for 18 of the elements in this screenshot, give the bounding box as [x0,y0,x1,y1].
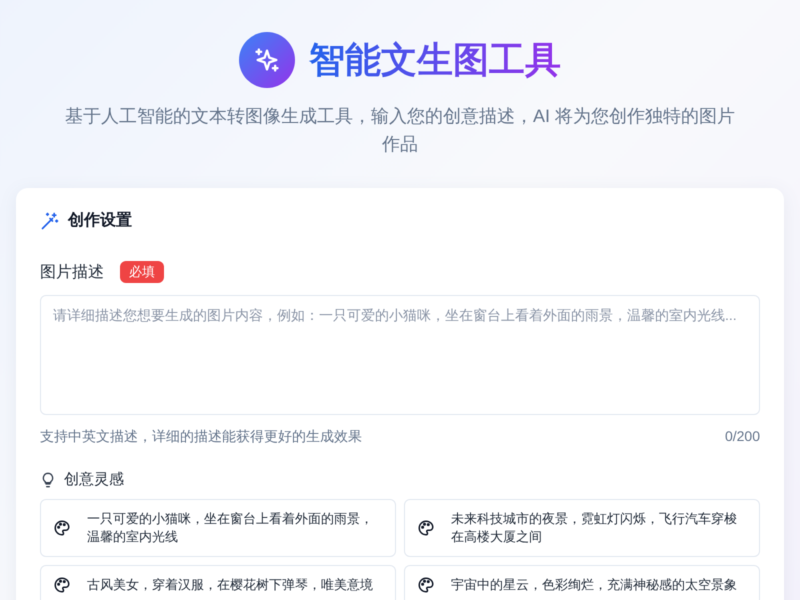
inspiration-item[interactable]: 一只可爱的小猫咪，坐在窗台上看着外面的雨景，温馨的室内光线 [40,499,396,557]
inspiration-title: 创意灵感 [64,470,124,489]
subtitle: 基于人工智能的文本转图像生成工具，输入您的创意描述，AI 将为您创作独特的图片作品 [64,105,736,156]
palette-icon [53,519,71,537]
inspiration-item[interactable]: 宇宙中的星云，色彩绚烂，充满神秘感的太空景象 [404,565,760,600]
char-counter: 0/200 [724,428,760,446]
lightbulb-icon [40,470,56,488]
section-title: 创作设置 [68,210,132,231]
hint-text: 支持中英文描述，详细的描述能获得更好的生成效果 [40,428,362,446]
palette-icon [53,576,71,594]
palette-icon [417,576,435,594]
inspiration-item[interactable]: 未来科技城市的夜景，霓虹灯闪烁，飞行汽车穿梭在高楼大厦之间 [404,499,760,557]
description-field[interactable]: 请详细描述您想要生成的图片内容，例如：一只可爱的小猫咪，坐在窗台上看着外面的雨景，温馨的室内光线... [40,295,760,415]
required-badge: 必填 [120,261,164,283]
palette-icon [417,519,435,537]
inspiration-item[interactable]: 古风美女，穿着汉服，在樱花树下弹琴，唯美意境 [40,565,396,600]
magic-wand-icon [40,210,60,230]
field-label: 图片描述 [40,262,104,282]
